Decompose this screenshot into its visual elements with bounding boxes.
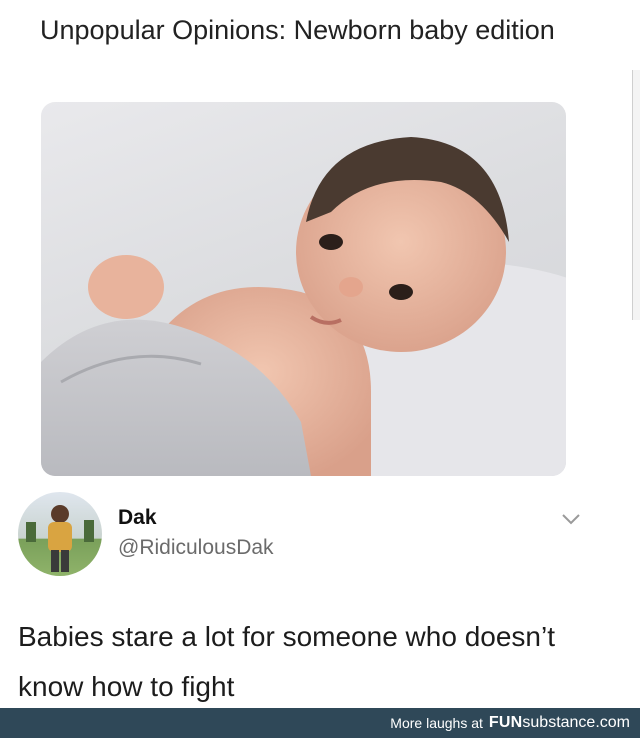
scrollbar[interactable] (632, 70, 640, 320)
tweet-text: Babies stare a lot for someone who doesn… (18, 621, 555, 702)
tweet-author-handle[interactable]: @RidiculousDak (118, 536, 274, 560)
chevron-down-icon[interactable] (560, 512, 582, 526)
footer-brand-bold: FUN (488, 714, 523, 731)
tweet-author-name[interactable]: Dak (118, 506, 157, 530)
avatar[interactable] (18, 492, 102, 576)
post-title: Unpopular Opinions: Newborn baby edition (40, 15, 555, 45)
site-footer[interactable]: More laughs at FUN substance.com (0, 708, 640, 738)
footer-prefix: More laughs at (390, 715, 483, 731)
baby-photo (41, 102, 566, 476)
footer-brand-rest: substance.com (522, 714, 630, 731)
